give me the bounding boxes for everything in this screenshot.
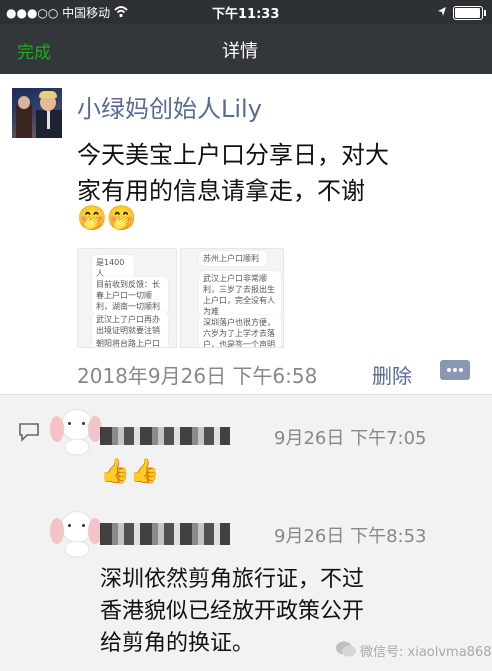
comment-text-line-1: 深圳依然剪角旅行证，不过 [100,567,365,592]
status-bar: ●●●○○ 中国移动 下午11:33 [0,0,492,24]
thumb1-message-2: 目前收到反馈：长春上户口一切顺利，湖南一切顺利 [92,277,168,314]
battery-icon [453,6,486,20]
nav-bar: 完成 详情 [0,24,492,74]
carrier-signal: ●●●○○ 中国移动 [6,6,111,20]
comment-text-line-3: 给剪角的换证。 [100,631,255,656]
page-title: 详情 [222,41,258,62]
author-name[interactable]: 小绿妈创始人Lily [77,89,262,124]
comment-time: 9月26日 下午8:53 [274,526,427,547]
comment-content: 👍👍 [100,457,160,485]
watermark: 微信号: xiaolvma868 [360,645,492,660]
comment-icon [19,423,39,442]
screenshot-thumbnail-1[interactable]: 是1400人 目前收到反馈：长春上户口一切顺利，湖南一切顺利 武汉上了户口再办出… [77,248,177,348]
wifi-icon [114,6,128,18]
avatar[interactable] [12,88,62,138]
clock: 下午11:33 [212,7,280,22]
thumb2-message-1: 苏州上户口顺利 [199,251,267,266]
thumb1-message-4: 朝阳将台路上户口拿了护照，要求说明 [92,336,168,347]
thumb2-message-3: 深圳落户也很方便，六岁为了上学才去落户，也是签一个声明 [199,315,281,347]
done-button[interactable]: 完成 [17,38,51,63]
delete-button[interactable]: 删除 [372,360,412,389]
post-text-line-2: 家有用的信息请拿走，不谢 [77,177,365,205]
emoji-row: 🤭🤭 [77,204,137,232]
more-actions-icon[interactable] [440,360,470,380]
post-timestamp: 2018年9月26日 下午6:58 [77,364,318,388]
post-text-line-1: 今天美宝上户口分享日，对大 [77,141,389,169]
commenter-name-redacted [100,523,230,545]
commenter-name-redacted [100,427,230,445]
commenter-avatar[interactable] [50,400,102,456]
thumb2-message-2: 武汉上户口非常顺利，三岁了去报出生上户口，完全没有人为难 [199,271,281,319]
comment-time: 9月26日 下午7:05 [274,428,427,449]
location-arrow-icon [438,7,446,16]
screenshot-thumbnail-2[interactable]: 苏州上户口顺利 武汉上户口非常顺利，三岁了去报出生上户口，完全没有人为难 深圳落… [180,248,284,348]
commenter-avatar[interactable] [50,502,102,558]
comment-text-line-2: 香港貌似已经放开政策公开 [100,599,365,624]
wechat-logo-icon [336,641,356,657]
section-divider [0,394,492,395]
